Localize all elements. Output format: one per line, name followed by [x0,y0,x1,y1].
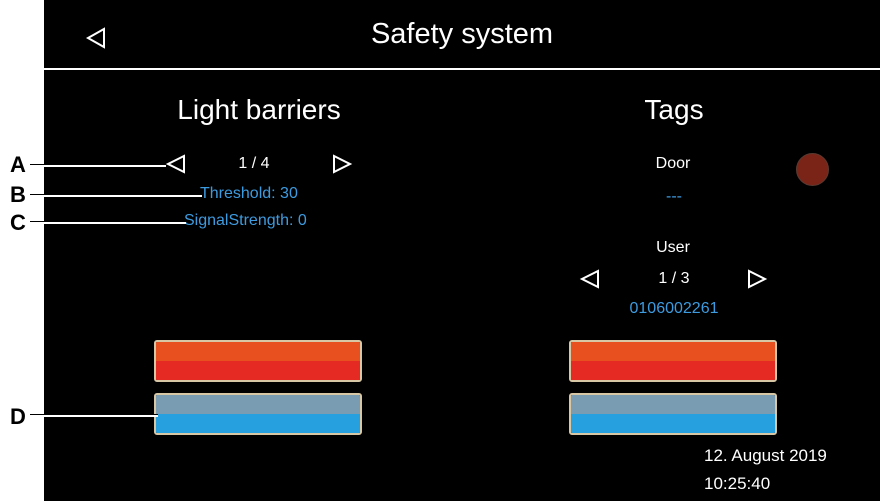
triangle-right-icon [333,154,353,174]
callout-a: A [10,152,26,177]
user-label: User [656,239,690,256]
callout-c: C [10,210,26,235]
safety-system-screen: Safety system Light barriers 1 / 4 Thres… [44,0,880,501]
light-barrier-blue-indicator[interactable] [154,393,362,435]
light-barrier-next-button[interactable] [328,151,356,177]
date-display: 12. August 2019 [704,446,827,465]
door-value: --- [666,188,682,205]
blue-indicator-bottom [156,414,360,433]
user-pager: 1 / 3 [658,270,690,287]
callout-line-b [30,194,202,197]
callout-line-b-inner [30,194,202,197]
callout-line-c [30,221,186,224]
red-indicator-bottom [156,361,360,380]
light-barrier-red-indicator[interactable] [154,340,362,382]
callout-line-d-inner [30,414,158,417]
user-prev-button[interactable] [576,266,604,292]
red-indicator-top [156,342,360,361]
light-barrier-prev-button[interactable] [162,151,190,177]
user-next-button[interactable] [743,266,771,292]
door-label: Door [655,155,691,172]
blue-indicator-top [156,395,360,414]
triangle-left-icon [165,154,185,174]
header: Safety system [44,0,880,68]
red-indicator-top [571,342,775,361]
callout-line-d [30,414,158,417]
callout-line-a-inner [30,164,166,167]
triangle-left-icon [579,269,599,289]
light-barrier-pager: 1 / 4 [238,155,270,172]
page-title: Safety system [370,18,554,50]
tags-title: Tags [644,94,704,125]
header-divider [44,68,880,70]
time-display: 10:25:40 [704,474,771,493]
triangle-right-icon [748,269,768,289]
light-barriers-title: Light barriers [177,94,341,125]
tags-red-indicator[interactable] [569,340,777,382]
callout-b: B [10,182,26,207]
callout-line-c-inner [30,221,186,224]
signal-strength-value: SignalStrength: 0 [184,212,307,229]
blue-indicator-bottom [571,414,775,433]
door-status-indicator [796,153,829,186]
callout-line-a [30,164,166,167]
red-indicator-bottom [571,361,775,380]
threshold-value: Threshold: 30 [200,185,298,202]
tags-blue-indicator[interactable] [569,393,777,435]
callout-d: D [10,404,26,429]
blue-indicator-top [571,395,775,414]
user-id-value: 0106002261 [629,300,719,317]
